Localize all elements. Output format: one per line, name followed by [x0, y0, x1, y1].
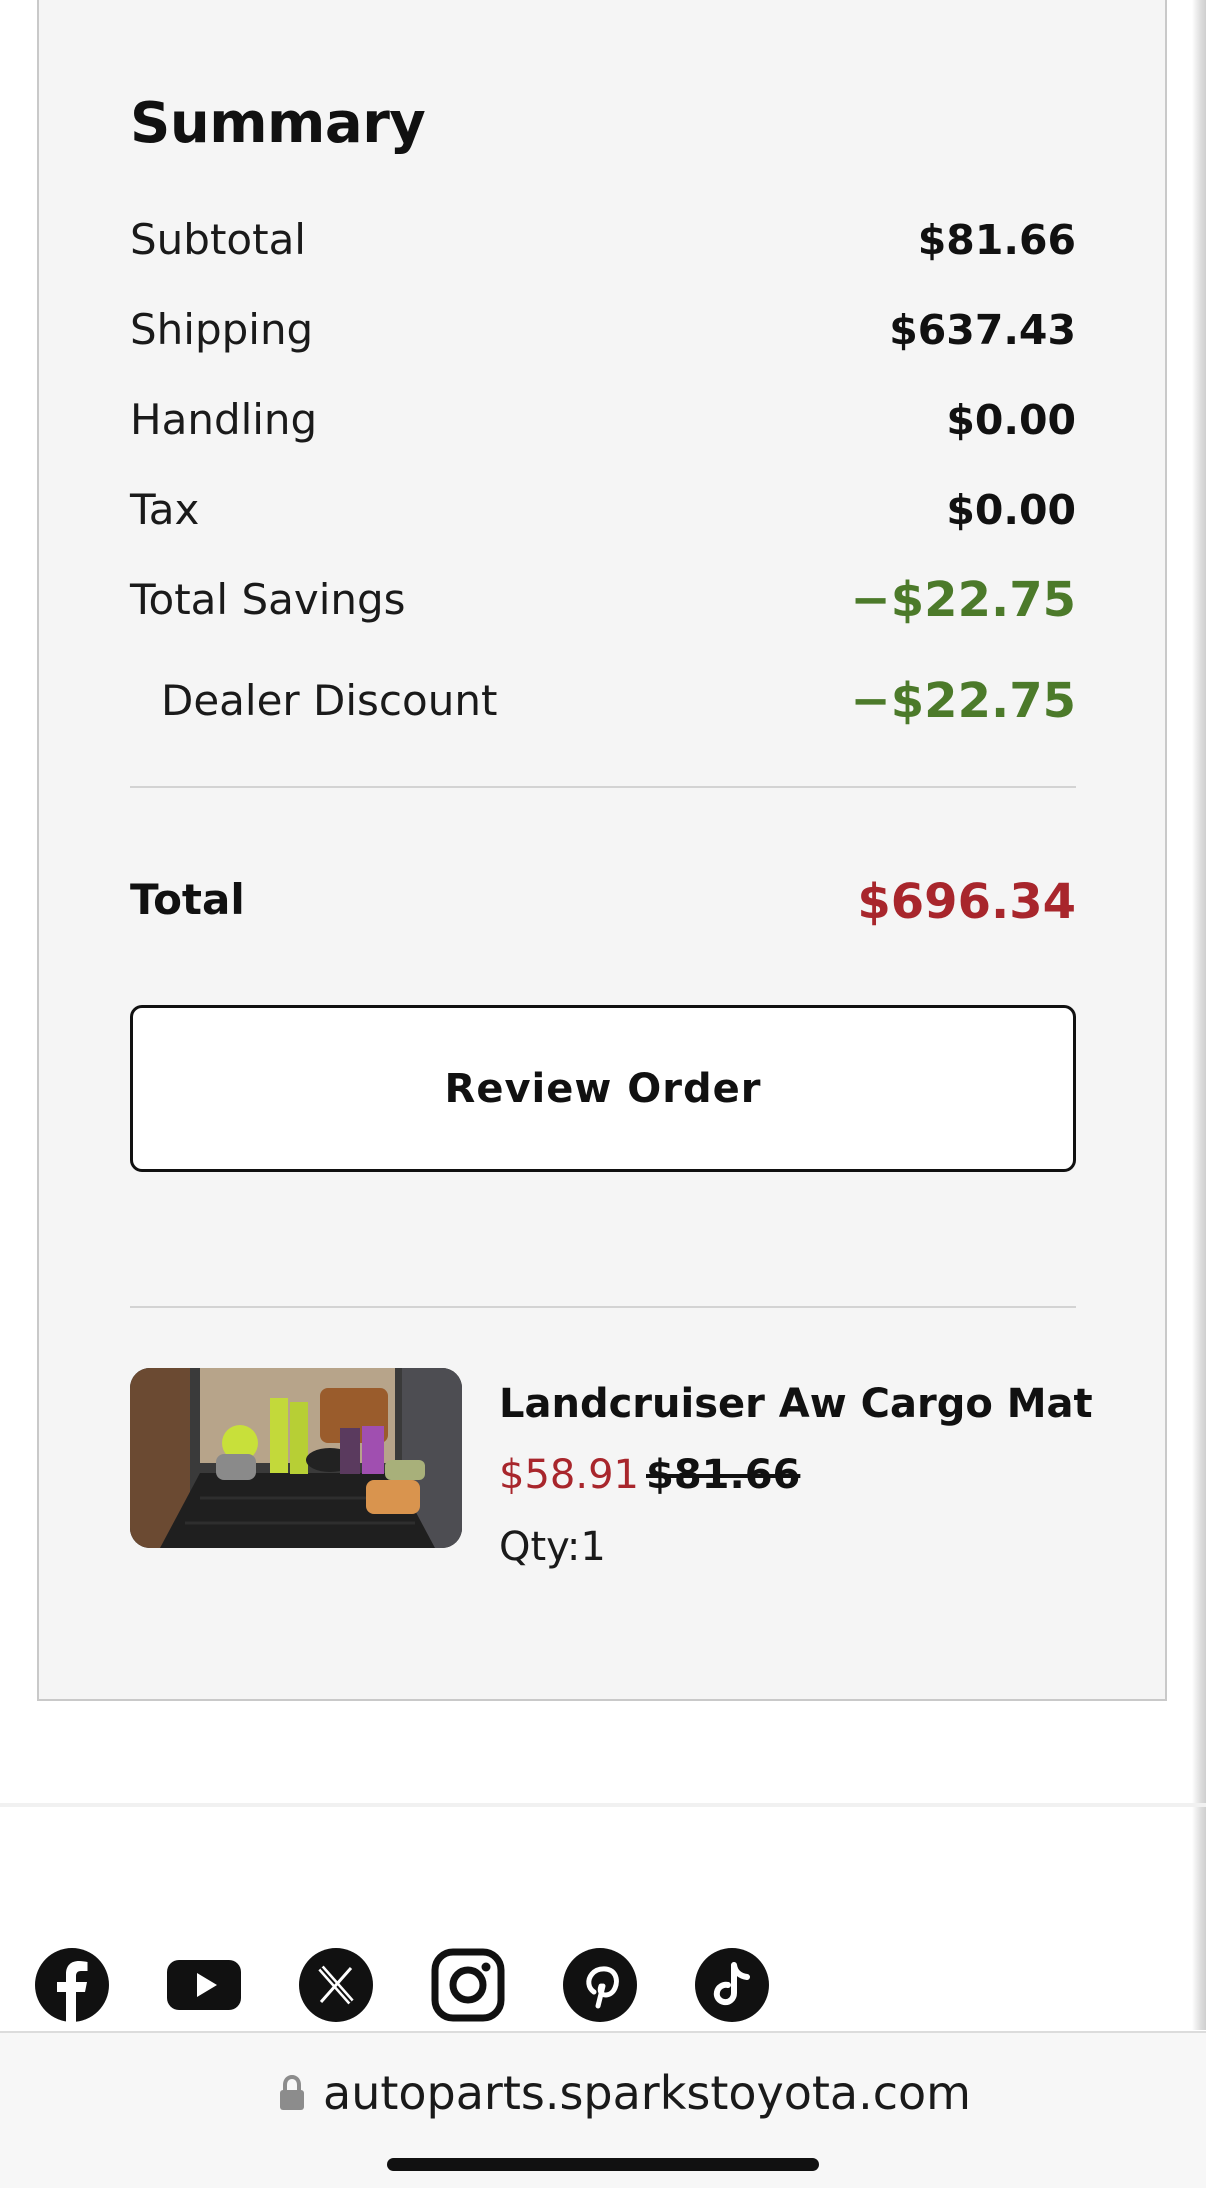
instagram-icon[interactable] [431, 1948, 505, 2022]
item-original-price: $81.66 [646, 1452, 801, 1498]
cargo-mat-image[interactable] [130, 1368, 462, 1548]
url-text[interactable]: autoparts.sparkstoyota.com [323, 2063, 971, 2123]
summary-title: Summary [130, 91, 426, 156]
subtotal-label: Subtotal [130, 215, 306, 264]
total-value: $696.34 [857, 874, 1076, 930]
lock-icon [280, 2075, 304, 2110]
facebook-icon[interactable] [35, 1948, 109, 2022]
dealer-discount-value: −$22.75 [850, 673, 1076, 729]
browser-address-bar[interactable]: autoparts.sparkstoyota.com [0, 2031, 1206, 2188]
page-edge-shadow [1192, 0, 1206, 2030]
footer-divider [0, 1803, 1206, 1807]
youtube-icon[interactable] [167, 1948, 241, 2022]
total-savings-label: Total Savings [130, 575, 406, 624]
item-quantity: Qty:1 [499, 1524, 606, 1570]
shipping-label: Shipping [130, 305, 314, 354]
item-sale-price: $58.91 [499, 1452, 639, 1498]
shipping-row: Shipping $637.43 [130, 300, 1076, 360]
item-name[interactable]: Landcruiser Aw Cargo Mat [499, 1376, 1093, 1432]
total-label: Total [130, 875, 245, 924]
dealer-discount-label: Dealer Discount [161, 676, 498, 725]
handling-label: Handling [130, 395, 318, 444]
item-divider [130, 1306, 1076, 1308]
dealer-discount-row: Dealer Discount −$22.75 [130, 671, 1076, 731]
review-order-button[interactable]: Review Order [130, 1005, 1076, 1172]
tax-value: $0.00 [946, 486, 1076, 534]
tiktok-icon[interactable] [695, 1948, 769, 2022]
summary-divider [130, 786, 1076, 788]
home-indicator[interactable] [387, 2158, 819, 2171]
handling-value: $0.00 [946, 396, 1076, 444]
subtotal-row: Subtotal $81.66 [130, 210, 1076, 270]
cargo-mat-photo-icon [130, 1368, 462, 1548]
shipping-value: $637.43 [889, 306, 1076, 354]
tax-label: Tax [130, 485, 200, 534]
total-savings-value: −$22.75 [850, 572, 1076, 628]
handling-row: Handling $0.00 [130, 390, 1076, 450]
total-savings-row: Total Savings −$22.75 [130, 570, 1076, 630]
x-icon[interactable] [299, 1948, 373, 2022]
pinterest-icon[interactable] [563, 1948, 637, 2022]
tax-row: Tax $0.00 [130, 480, 1076, 540]
subtotal-value: $81.66 [917, 216, 1076, 264]
